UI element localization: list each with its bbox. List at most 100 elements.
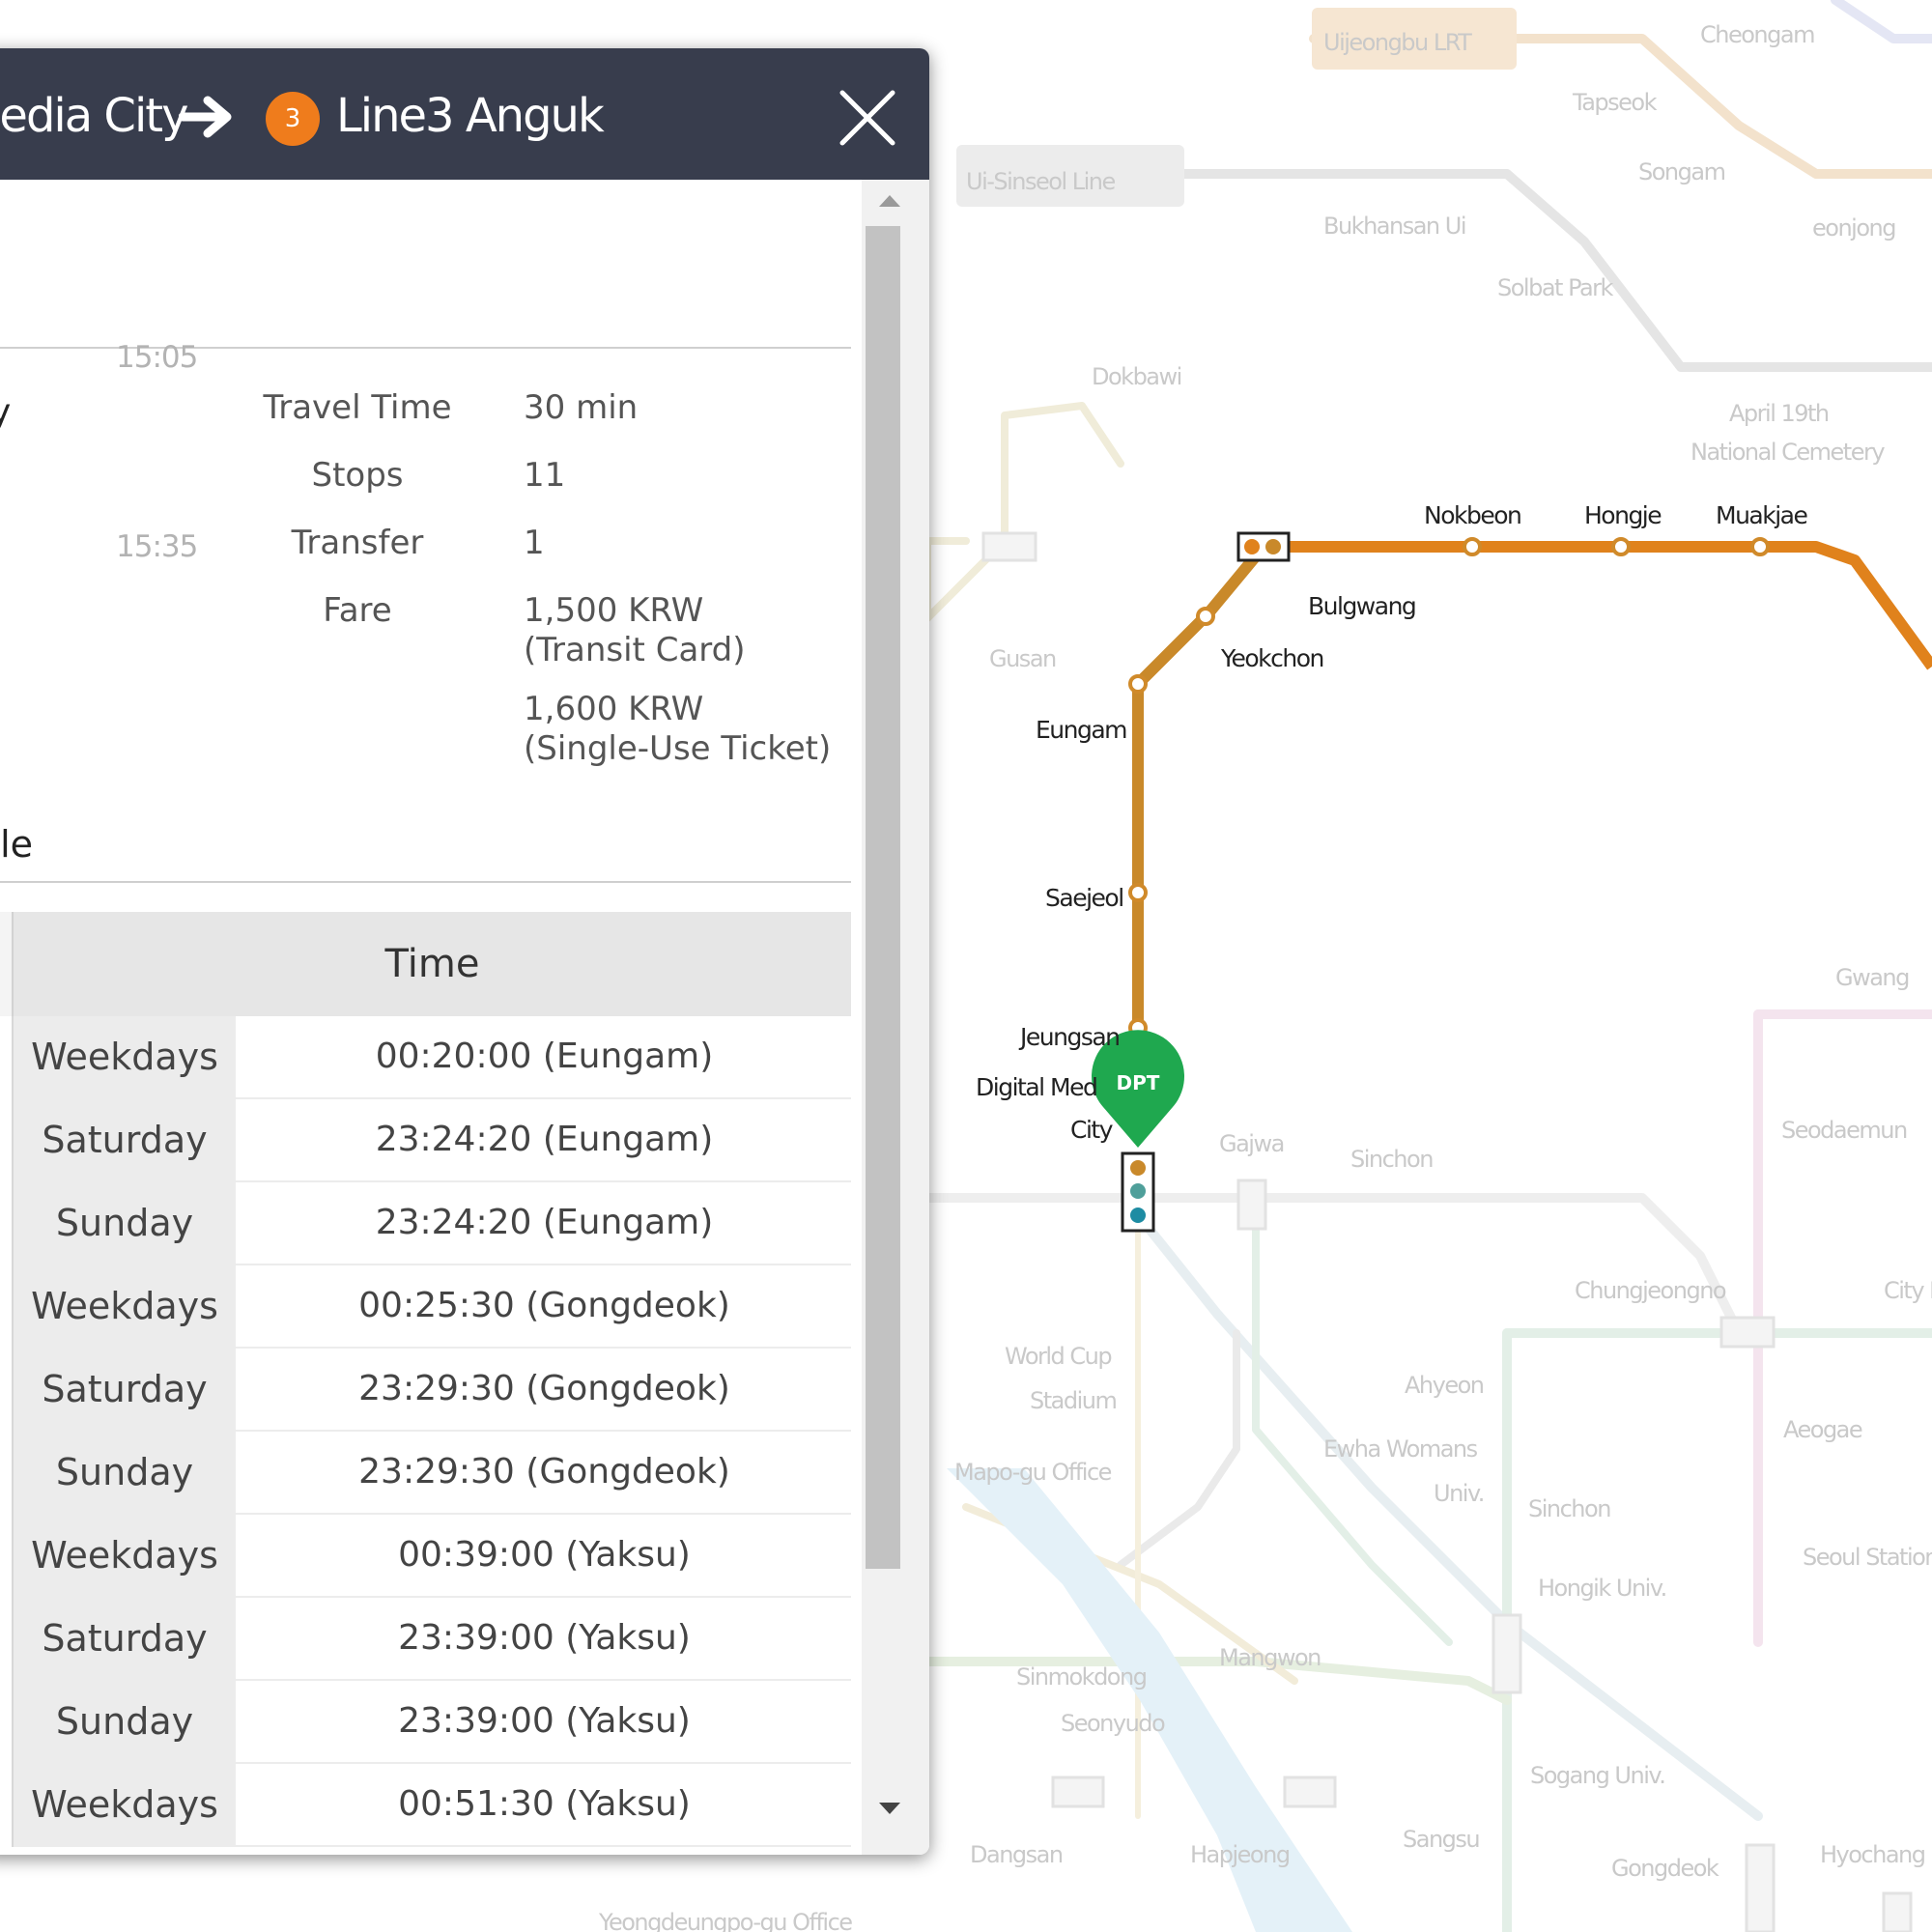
origin-name-fragment: y [0,392,12,432]
svg-text:Ewha Womans: Ewha Womans [1323,1435,1478,1463]
svg-text:Eungam: Eungam [1036,716,1126,744]
svg-text:Cheongam: Cheongam [1700,21,1814,48]
time-cell: 23:29:30 (Gongdeok) [358,1369,730,1408]
day-cell: Saturday [14,1598,236,1681]
scrollbar-thumb[interactable] [866,226,900,1569]
svg-text:Sinmokdong: Sinmokdong [1016,1663,1147,1690]
travel-time-value: 30 min [524,388,639,427]
scroll-down-arrow-icon[interactable] [879,1803,900,1814]
arrow-right-icon [179,96,232,138]
svg-text:Dangsan: Dangsan [970,1841,1063,1868]
transfer-label: Transfer [291,524,424,562]
time-cell: 23:24:20 (Eungam) [375,1203,714,1242]
timetable-section-label: ble [0,823,34,866]
timetable-header: Time [0,912,851,1016]
row-stub [0,1681,14,1764]
fare-card-amount: 1,500 KRW [524,591,704,630]
svg-text:Sinchon: Sinchon [1528,1495,1610,1522]
time-cell: 23:39:00 (Yaksu) [398,1618,691,1658]
svg-text:Gongdeok: Gongdeok [1611,1855,1719,1882]
panel-content[interactable]: 15:05 y 15:35 Travel Time 30 min Stops 1… [0,180,862,1855]
svg-text:Solbat Park: Solbat Park [1497,274,1614,301]
row-stub [0,1016,14,1099]
stops-label: Stops [311,456,404,495]
timetable-header-stub [0,912,14,1016]
svg-text:Mapo-gu Office: Mapo-gu Office [954,1459,1112,1486]
svg-text:Tapseok: Tapseok [1572,89,1658,116]
row-stub [0,1764,14,1847]
svg-text:Seoul Station: Seoul Station [1803,1544,1932,1571]
svg-text:Gajwa: Gajwa [1219,1130,1284,1157]
svg-text:Mangwon: Mangwon [1219,1644,1321,1671]
table-row: Weekdays 00:51:30 (Yaksu) [0,1764,851,1847]
timetable-divider [0,881,851,883]
svg-text:City: City [1070,1116,1114,1144]
time-cell: 00:39:00 (Yaksu) [398,1535,691,1575]
time-cell: 23:29:30 (Gongdeok) [358,1452,730,1492]
day-cell: Saturday [14,1099,236,1182]
fare-ticket-amount: 1,600 KRW [524,690,704,728]
svg-text:Seonyudo: Seonyudo [1061,1710,1165,1737]
table-row: Weekdays 00:39:00 (Yaksu) [0,1515,851,1598]
scroll-up-arrow-icon[interactable] [879,195,900,207]
close-icon[interactable] [837,87,898,149]
svg-text:Bukhansan Ui: Bukhansan Ui [1323,213,1465,240]
stops-value: 11 [524,456,566,495]
row-stub [0,1265,14,1349]
route-station-labels: Nokbeon Hongje Muakjae Bulgwang Yeokchon… [976,501,1809,1144]
panel-scrollbar[interactable] [862,180,929,1855]
fare-ticket-type: (Single-Use Ticket) [524,729,832,768]
svg-text:Gwang: Gwang [1835,964,1909,991]
svg-text:Stadium: Stadium [1030,1387,1116,1414]
svg-text:Yeokchon: Yeokchon [1220,644,1323,672]
svg-text:Digital Med: Digital Med [976,1073,1096,1101]
timetable-time-header: Time [384,942,480,986]
svg-text:April 19th: April 19th [1729,400,1829,427]
fare-label: Fare [323,591,392,630]
svg-text:Gusan: Gusan [989,645,1056,672]
row-stub [0,1598,14,1681]
svg-text:Hyochang: Hyochang [1820,1841,1925,1868]
svg-text:Uijeongbu LRT: Uijeongbu LRT [1323,29,1472,56]
svg-text:Univ.: Univ. [1434,1480,1484,1507]
svg-text:Chungjeongno: Chungjeongno [1575,1277,1726,1304]
departure-time: 15:05 [116,340,198,375]
svg-text:Hongik Univ.: Hongik Univ. [1538,1575,1666,1602]
time-cell: 00:20:00 (Eungam) [375,1037,714,1076]
svg-text:Muakjae: Muakjae [1716,501,1807,529]
time-cell: 00:25:30 (Gongdeok) [358,1286,730,1325]
day-cell: Weekdays [14,1515,236,1598]
day-cell: Weekdays [14,1016,236,1099]
svg-text:Saejeol: Saejeol [1045,884,1123,912]
row-stub [0,1515,14,1598]
row-stub [0,1349,14,1432]
table-row: Sunday 23:24:20 (Eungam) [0,1182,851,1265]
svg-text:eonjong: eonjong [1812,214,1895,242]
svg-text:Ui-Sinseol Line: Ui-Sinseol Line [966,168,1116,195]
svg-text:Dokbawi: Dokbawi [1092,363,1181,390]
day-cell: Saturday [14,1349,236,1432]
table-row: Saturday 23:29:30 (Gongdeok) [0,1349,851,1432]
time-cell: 23:39:00 (Yaksu) [398,1701,691,1741]
svg-text:World Cup: World Cup [1005,1343,1111,1370]
row-stub [0,1099,14,1182]
day-cell: Weekdays [14,1265,236,1349]
svg-text:Aeogae: Aeogae [1783,1416,1862,1443]
svg-text:Songam: Songam [1638,158,1725,185]
timetable-rows: Weekdays 00:20:00 (Eungam) Saturday 23:24:… [0,1016,851,1847]
dmc-transfer-box[interactable] [1121,1151,1155,1233]
line3-badge: 3 [266,92,320,146]
route-stations[interactable] [1128,537,1770,1037]
travel-time-label: Travel Time [263,388,452,427]
svg-text:City H: City H [1884,1277,1932,1304]
day-cell: Sunday [14,1681,236,1764]
svg-text:National Cemetery: National Cemetery [1690,439,1885,466]
table-row: Saturday 23:24:20 (Eungam) [0,1099,851,1182]
table-row: Sunday 23:29:30 (Gongdeok) [0,1432,851,1515]
table-row: Weekdays 00:20:00 (Eungam) [0,1016,851,1099]
bulgwang-transfer-box[interactable] [1236,531,1291,562]
fare-card-type: (Transit Card) [524,631,746,669]
day-cell: Sunday [14,1432,236,1515]
svg-text:Sogang Univ.: Sogang Univ. [1530,1762,1664,1789]
day-cell: Weekdays [14,1764,236,1847]
